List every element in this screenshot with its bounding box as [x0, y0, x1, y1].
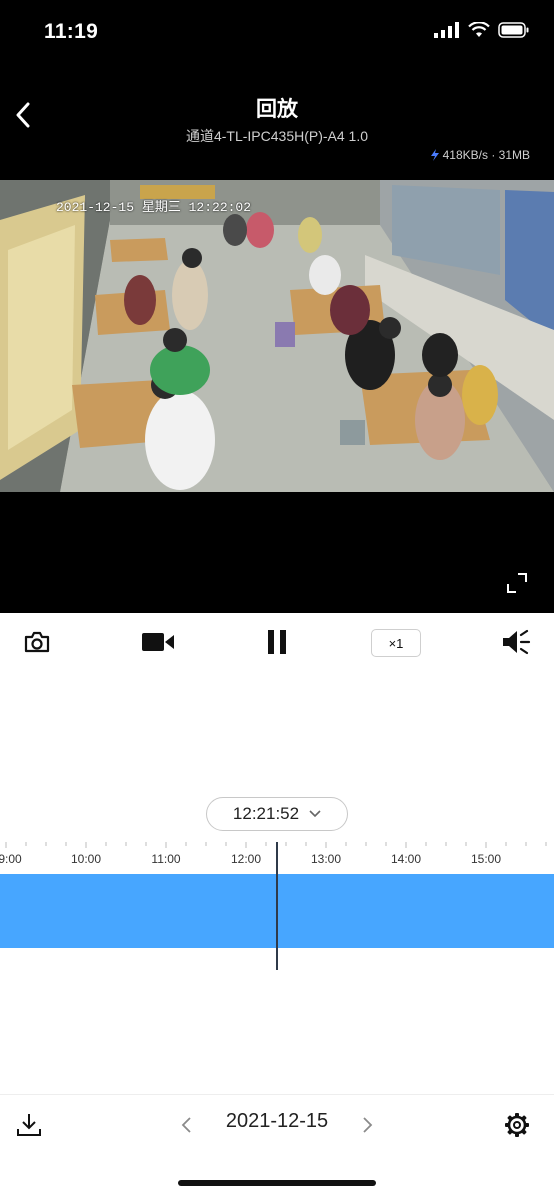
- date-selector[interactable]: 2021-12-15: [0, 1110, 554, 1133]
- hour-label: 11:00: [151, 852, 181, 866]
- chevron-down-icon: [309, 810, 321, 818]
- hour-label: 12:00: [230, 852, 262, 866]
- home-indicator: [178, 1180, 376, 1186]
- status-time: 11:19: [44, 20, 99, 43]
- camera-icon: [24, 631, 50, 653]
- hour-label: 9:00: [0, 852, 22, 866]
- timeline[interactable]: 9:00 10:00 11:00 12:00 13:00 14:00 15:00: [0, 838, 554, 973]
- bitrate-text: 418KB/s · 31MB: [442, 148, 530, 162]
- mute-button[interactable]: [500, 627, 534, 657]
- hour-label: 10:00: [70, 852, 102, 866]
- next-day-icon[interactable]: [358, 1114, 376, 1136]
- video-feed[interactable]: [0, 180, 554, 492]
- restaurant-scene-image: [0, 180, 554, 492]
- pause-button[interactable]: [264, 627, 290, 657]
- hour-label: 14:00: [390, 852, 422, 866]
- status-icons: [434, 22, 530, 38]
- battery-icon: [498, 22, 529, 38]
- hour-label: 15:00: [470, 852, 502, 866]
- bitrate-info: 418KB/s · 31MB: [430, 148, 530, 162]
- divider: [0, 1094, 554, 1095]
- snapshot-button[interactable]: [22, 627, 52, 657]
- cellular-signal-icon: [434, 22, 459, 38]
- playhead-cursor[interactable]: [276, 842, 278, 970]
- channel-subtitle: 通道4-TL-IPC435H(P)-A4 1.0: [185, 128, 369, 144]
- current-time-text: 12:21:52: [232, 804, 300, 823]
- bitrate-icon: [430, 149, 439, 161]
- record-button[interactable]: [140, 627, 176, 657]
- playback-speed-button[interactable]: ×1: [371, 629, 421, 657]
- playback-controls: ×1: [0, 613, 554, 673]
- pause-icon: [268, 630, 286, 654]
- current-date[interactable]: 2021-12-15: [226, 1110, 328, 1132]
- hour-label: 13:00: [310, 852, 342, 866]
- video-camera-icon: [142, 633, 174, 651]
- wifi-icon: [468, 22, 490, 37]
- gear-icon[interactable]: [504, 1112, 530, 1138]
- video-timestamp-overlay: 2021-12-15 星期三 12:22:02: [56, 200, 252, 215]
- speaker-muted-icon: [503, 629, 531, 655]
- fullscreen-icon[interactable]: [506, 572, 528, 594]
- page-title: 回放: [256, 98, 298, 121]
- current-time-selector[interactable]: 12:21:52: [206, 797, 348, 831]
